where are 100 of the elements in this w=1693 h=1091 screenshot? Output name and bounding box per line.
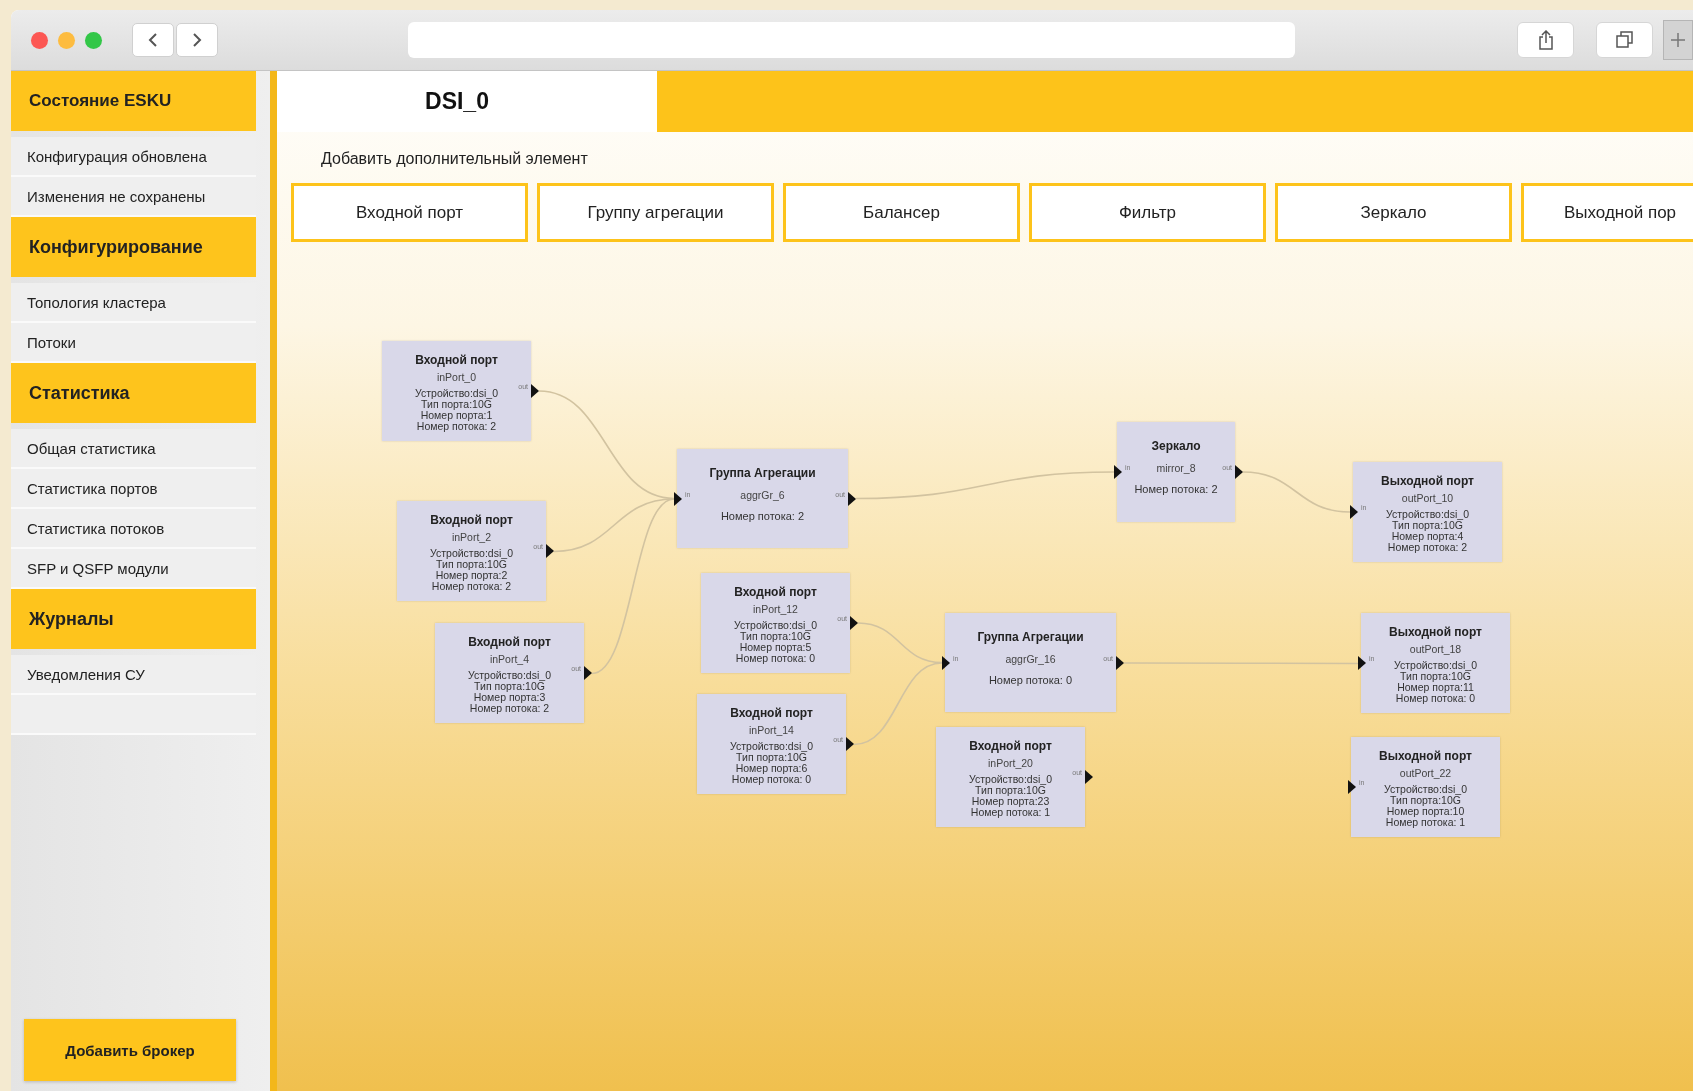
sidebar-item[interactable]: Уведомления СУ xyxy=(11,655,256,695)
node-id: inPort_20 xyxy=(988,757,1033,769)
sidebar-item[interactable]: SFP и QSFP модули xyxy=(11,549,256,589)
out-port-handle[interactable] xyxy=(1235,465,1243,479)
out-port-handle[interactable] xyxy=(1085,770,1093,784)
node-title: Выходной порт xyxy=(1380,474,1475,488)
node-detail: Номер потока: 0 xyxy=(730,774,813,785)
out-port-handle[interactable] xyxy=(531,384,539,398)
add-element-button[interactable]: Зеркало xyxy=(1275,183,1512,242)
node-detail: Тип порта:10G xyxy=(736,752,807,763)
out-port-handle[interactable] xyxy=(584,666,592,680)
node-detail: Номер потока: 2 xyxy=(1386,542,1469,553)
sidebar-item[interactable]: Статистика портов xyxy=(11,469,256,509)
node-id: inPort_14 xyxy=(749,724,794,736)
node-detail: Номер порта:1 xyxy=(420,410,493,421)
out-port-handle[interactable] xyxy=(850,616,858,630)
sidebar-item[interactable]: Статистика потоков xyxy=(11,509,256,549)
node-id: outPort_18 xyxy=(1409,643,1462,655)
node-title: Группа Агрегации xyxy=(976,630,1085,644)
node-detail: Тип порта:10G xyxy=(474,681,545,692)
out-port-handle[interactable] xyxy=(546,544,554,558)
node-detail: Тип порта:10G xyxy=(1400,671,1472,682)
node-detail: Номер потока: 1 xyxy=(969,807,1052,818)
add-broker-button[interactable]: Добавить брокер xyxy=(24,1019,236,1081)
node-detail: Устройство:dsi_0 xyxy=(429,548,514,559)
node-detail: Номер порта:3 xyxy=(473,692,546,703)
plus-icon xyxy=(1670,32,1686,48)
in-port-handle[interactable] xyxy=(942,655,950,670)
node-detail: Номер потока: 0 xyxy=(1394,693,1477,704)
in-port-handle[interactable] xyxy=(674,491,682,506)
node-detail: Устройство:dsi_0 xyxy=(1383,784,1468,795)
chevron-left-icon xyxy=(148,32,158,48)
close-window-button[interactable] xyxy=(31,31,48,49)
node-detail: Устройство:dsi_0 xyxy=(414,388,499,399)
node-detail: Номер потока: 0 xyxy=(734,653,817,664)
share-icon xyxy=(1537,30,1554,50)
node-title: Выходной порт xyxy=(1378,749,1473,763)
node-detail: Номер порта:5 xyxy=(739,642,812,653)
section-label: Добавить дополнительный элемент xyxy=(321,150,589,168)
node-detail: Устройство:dsi_0 xyxy=(1385,509,1470,520)
in-port-handle[interactable] xyxy=(1114,465,1122,479)
node-id: aggrGr_16 xyxy=(1005,653,1056,665)
back-button[interactable] xyxy=(132,23,174,57)
sidebar-item[interactable]: Топология кластера xyxy=(11,283,256,323)
node-title: Входной порт xyxy=(729,706,814,720)
node-id: inPort_2 xyxy=(451,531,492,543)
out-port-handle[interactable] xyxy=(846,737,854,751)
node-detail: Номер порта:4 xyxy=(1391,531,1464,542)
tab[interactable]: DSI_0 xyxy=(277,71,657,132)
node-title: Зеркало xyxy=(1150,439,1202,453)
node-detail: Номер потока: 2 xyxy=(430,581,513,592)
in-port-handle[interactable] xyxy=(1348,780,1356,794)
section-header: Конфигурирование xyxy=(11,217,256,277)
add-element-button[interactable]: Выходной пор xyxy=(1521,183,1693,242)
node-detail: Номер порта:2 xyxy=(435,570,508,581)
node-detail: Номер потока: 2 xyxy=(468,703,551,714)
out-port-handle[interactable] xyxy=(848,491,856,506)
chevron-right-icon xyxy=(192,32,202,48)
tabs-icon xyxy=(1615,31,1634,49)
node-title: Входной порт xyxy=(467,635,552,649)
node-detail: Тип порта:10G xyxy=(436,559,507,570)
node-detail: Номер потока: 2 xyxy=(415,421,498,432)
node-detail: Устройство:dsi_0 xyxy=(467,670,552,681)
node-detail: Тип порта:10G xyxy=(421,399,492,410)
node-id: inPort_0 xyxy=(436,371,477,383)
node-id: aggrGr_6 xyxy=(740,489,785,501)
add-element-button[interactable]: Группу агрегации xyxy=(537,183,774,242)
node-detail: Тип порта:10G xyxy=(1392,520,1463,531)
in-port-handle[interactable] xyxy=(1350,505,1358,519)
node-detail: Устройство:dsi_0 xyxy=(733,620,818,631)
section-header: Журналы xyxy=(11,589,256,649)
node-detail: Номер потока: 1 xyxy=(1384,817,1467,828)
node-id: inPort_12 xyxy=(753,603,798,615)
out-port-handle[interactable] xyxy=(1116,655,1124,670)
node-title: Входной порт xyxy=(968,739,1053,753)
node-id: outPort_22 xyxy=(1399,767,1452,779)
add-element-button[interactable]: Входной порт xyxy=(291,183,528,242)
node-detail: Номер порта:23 xyxy=(970,796,1051,807)
sidebar-item[interactable]: Потоки xyxy=(11,323,256,363)
node-detail: Номер потока: 2 xyxy=(1133,484,1219,495)
node-title: Входной порт xyxy=(414,353,499,367)
sidebar-item[interactable]: Общая статистика xyxy=(11,429,256,469)
add-element-button[interactable]: Балансер xyxy=(783,183,1020,242)
node-detail: Тип порта:10G xyxy=(1390,795,1462,806)
in-port-handle[interactable] xyxy=(1358,656,1366,670)
section-header: Статистика xyxy=(11,363,256,423)
node-detail: Устройство:dsi_0 xyxy=(729,741,814,752)
node-detail: Номер порта:6 xyxy=(735,763,808,774)
share-button[interactable] xyxy=(1517,22,1574,58)
node-detail: Номер потока: 0 xyxy=(987,675,1074,686)
node-detail: Тип порта:10G xyxy=(740,631,811,642)
node-detail: Номер потока: 2 xyxy=(719,511,806,522)
sidebar-item[interactable]: Изменения не сохранены xyxy=(11,177,256,217)
node-id: mirror_8 xyxy=(1156,462,1196,474)
forward-button[interactable] xyxy=(176,23,218,57)
sidebar-item[interactable]: Конфигурация обновлена xyxy=(11,137,256,177)
node-title: Группа Агрегации xyxy=(708,466,817,480)
node-detail: Устройство:dsi_0 xyxy=(1393,660,1478,671)
tabs-button[interactable] xyxy=(1596,22,1653,58)
add-element-button[interactable]: Фильтр xyxy=(1029,183,1266,242)
